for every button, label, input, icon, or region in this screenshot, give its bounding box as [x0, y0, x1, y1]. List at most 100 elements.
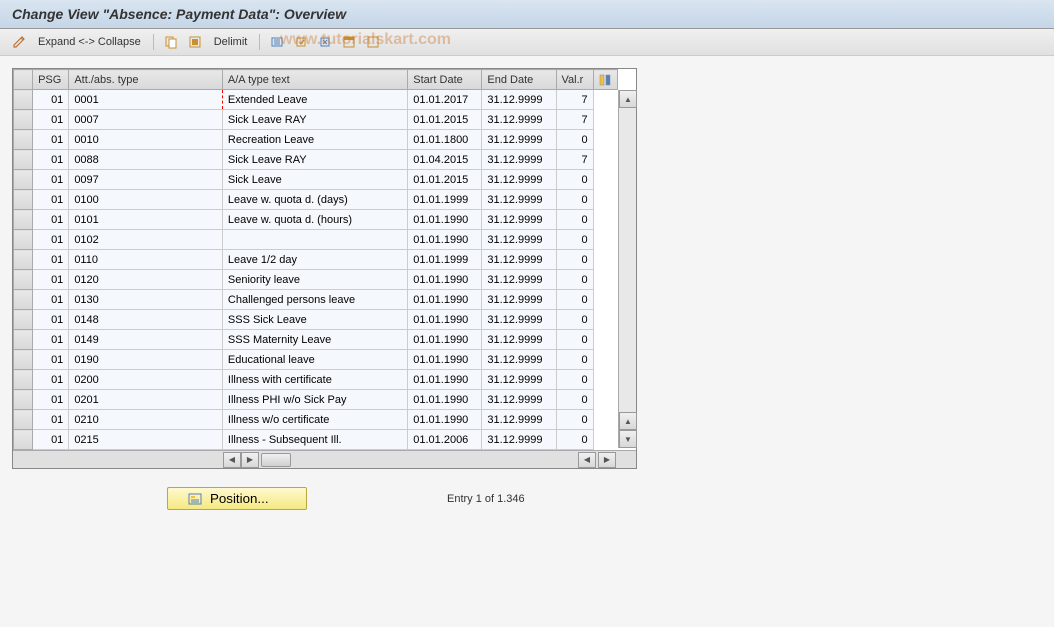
enddate-cell[interactable]: 31.12.9999	[482, 330, 556, 350]
scroll-up-button[interactable]: ▲	[619, 90, 637, 108]
row-selector[interactable]	[14, 130, 33, 150]
enddate-cell[interactable]: 31.12.9999	[482, 310, 556, 330]
psg-cell[interactable]: 01	[33, 290, 69, 310]
text-cell[interactable]: Illness - Subsequent Ill.	[222, 430, 407, 450]
scroll-right-end-button[interactable]: ▶	[598, 452, 616, 468]
row-selector[interactable]	[14, 110, 33, 130]
psg-cell[interactable]: 01	[33, 270, 69, 290]
psg-cell[interactable]: 01	[33, 370, 69, 390]
expand-collapse-button[interactable]: Expand <-> Collapse	[34, 36, 145, 48]
row-selector[interactable]	[14, 330, 33, 350]
vertical-scrollbar[interactable]: ▲ ▲ ▼	[618, 90, 636, 448]
startdate-cell[interactable]: 01.04.2015	[408, 150, 482, 170]
row-selector[interactable]	[14, 310, 33, 330]
val-cell[interactable]: 0	[556, 210, 593, 230]
val-cell[interactable]: 0	[556, 290, 593, 310]
val-header[interactable]: Val.r	[556, 70, 593, 90]
startdate-cell[interactable]: 01.01.1990	[408, 310, 482, 330]
startdate-cell[interactable]: 01.01.1990	[408, 210, 482, 230]
text-cell[interactable]: Leave w. quota d. (days)	[222, 190, 407, 210]
startdate-cell[interactable]: 01.01.1999	[408, 190, 482, 210]
startdate-cell[interactable]: 01.01.1990	[408, 350, 482, 370]
startdate-cell[interactable]: 01.01.1990	[408, 330, 482, 350]
enddate-cell[interactable]: 31.12.9999	[482, 210, 556, 230]
text-cell[interactable]: Leave 1/2 day	[222, 250, 407, 270]
type-cell[interactable]: 0190	[69, 350, 223, 370]
startdate-cell[interactable]: 01.01.1800	[408, 130, 482, 150]
psg-cell[interactable]: 01	[33, 210, 69, 230]
type-cell[interactable]: 0001	[69, 90, 223, 110]
val-cell[interactable]: 0	[556, 310, 593, 330]
row-selector[interactable]	[14, 430, 33, 450]
enddate-cell[interactable]: 31.12.9999	[482, 90, 556, 110]
scroll-up-page-button[interactable]: ▲	[619, 412, 637, 430]
text-cell[interactable]: Illness PHI w/o Sick Pay	[222, 390, 407, 410]
delimit-button[interactable]: Delimit	[210, 36, 252, 48]
type-cell[interactable]: 0215	[69, 430, 223, 450]
psg-cell[interactable]: 01	[33, 90, 69, 110]
text-cell[interactable]: Recreation Leave	[222, 130, 407, 150]
type-cell[interactable]: 0130	[69, 290, 223, 310]
row-selector[interactable]	[14, 270, 33, 290]
copy-as-icon[interactable]	[292, 33, 310, 51]
type-cell[interactable]: 0007	[69, 110, 223, 130]
row-selector[interactable]	[14, 370, 33, 390]
type-cell[interactable]: 0010	[69, 130, 223, 150]
row-selector[interactable]	[14, 230, 33, 250]
type-cell[interactable]: 0148	[69, 310, 223, 330]
text-cell[interactable]: Seniority leave	[222, 270, 407, 290]
enddate-cell[interactable]: 31.12.9999	[482, 270, 556, 290]
new-entries-icon[interactable]	[268, 33, 286, 51]
startdate-cell[interactable]: 01.01.2015	[408, 170, 482, 190]
text-cell[interactable]: SSS Maternity Leave	[222, 330, 407, 350]
text-cell[interactable]: Illness with certificate	[222, 370, 407, 390]
psg-header[interactable]: PSG	[33, 70, 69, 90]
scroll-right-button[interactable]: ▶	[241, 452, 259, 468]
val-cell[interactable]: 0	[556, 130, 593, 150]
row-selector[interactable]	[14, 350, 33, 370]
type-header[interactable]: Att./abs. type	[69, 70, 223, 90]
startdate-cell[interactable]: 01.01.1990	[408, 370, 482, 390]
psg-cell[interactable]: 01	[33, 430, 69, 450]
type-cell[interactable]: 0120	[69, 270, 223, 290]
row-selector[interactable]	[14, 90, 33, 110]
row-selector[interactable]	[14, 210, 33, 230]
text-cell[interactable]: Sick Leave	[222, 170, 407, 190]
scroll-track[interactable]	[619, 108, 636, 448]
text-cell[interactable]	[222, 230, 407, 250]
scroll-left-end-button[interactable]: ◀	[578, 452, 596, 468]
val-cell[interactable]: 7	[556, 110, 593, 130]
type-cell[interactable]: 0149	[69, 330, 223, 350]
enddate-cell[interactable]: 31.12.9999	[482, 430, 556, 450]
enddate-cell[interactable]: 31.12.9999	[482, 130, 556, 150]
enddate-cell[interactable]: 31.12.9999	[482, 410, 556, 430]
copy-icon[interactable]	[162, 33, 180, 51]
psg-cell[interactable]: 01	[33, 190, 69, 210]
scroll-down-button[interactable]: ▼	[619, 430, 637, 448]
enddate-cell[interactable]: 31.12.9999	[482, 290, 556, 310]
startdate-cell[interactable]: 01.01.1990	[408, 390, 482, 410]
text-header[interactable]: A/A type text	[222, 70, 407, 90]
val-cell[interactable]: 0	[556, 330, 593, 350]
text-cell[interactable]: Challenged persons leave	[222, 290, 407, 310]
row-selector[interactable]	[14, 290, 33, 310]
type-cell[interactable]: 0210	[69, 410, 223, 430]
startdate-cell[interactable]: 01.01.2017	[408, 90, 482, 110]
type-cell[interactable]: 0088	[69, 150, 223, 170]
type-cell[interactable]: 0101	[69, 210, 223, 230]
enddate-cell[interactable]: 31.12.9999	[482, 250, 556, 270]
enddate-cell[interactable]: 31.12.9999	[482, 170, 556, 190]
psg-cell[interactable]: 01	[33, 130, 69, 150]
startdate-cell[interactable]: 01.01.2006	[408, 430, 482, 450]
psg-cell[interactable]: 01	[33, 390, 69, 410]
startdate-cell[interactable]: 01.01.1990	[408, 270, 482, 290]
select-block-icon[interactable]	[340, 33, 358, 51]
selector-header[interactable]	[14, 70, 33, 90]
type-cell[interactable]: 0110	[69, 250, 223, 270]
type-cell[interactable]: 0097	[69, 170, 223, 190]
text-cell[interactable]: Educational leave	[222, 350, 407, 370]
startdate-cell[interactable]: 01.01.1990	[408, 410, 482, 430]
row-selector[interactable]	[14, 390, 33, 410]
val-cell[interactable]: 0	[556, 230, 593, 250]
deselect-all-icon[interactable]	[364, 33, 382, 51]
